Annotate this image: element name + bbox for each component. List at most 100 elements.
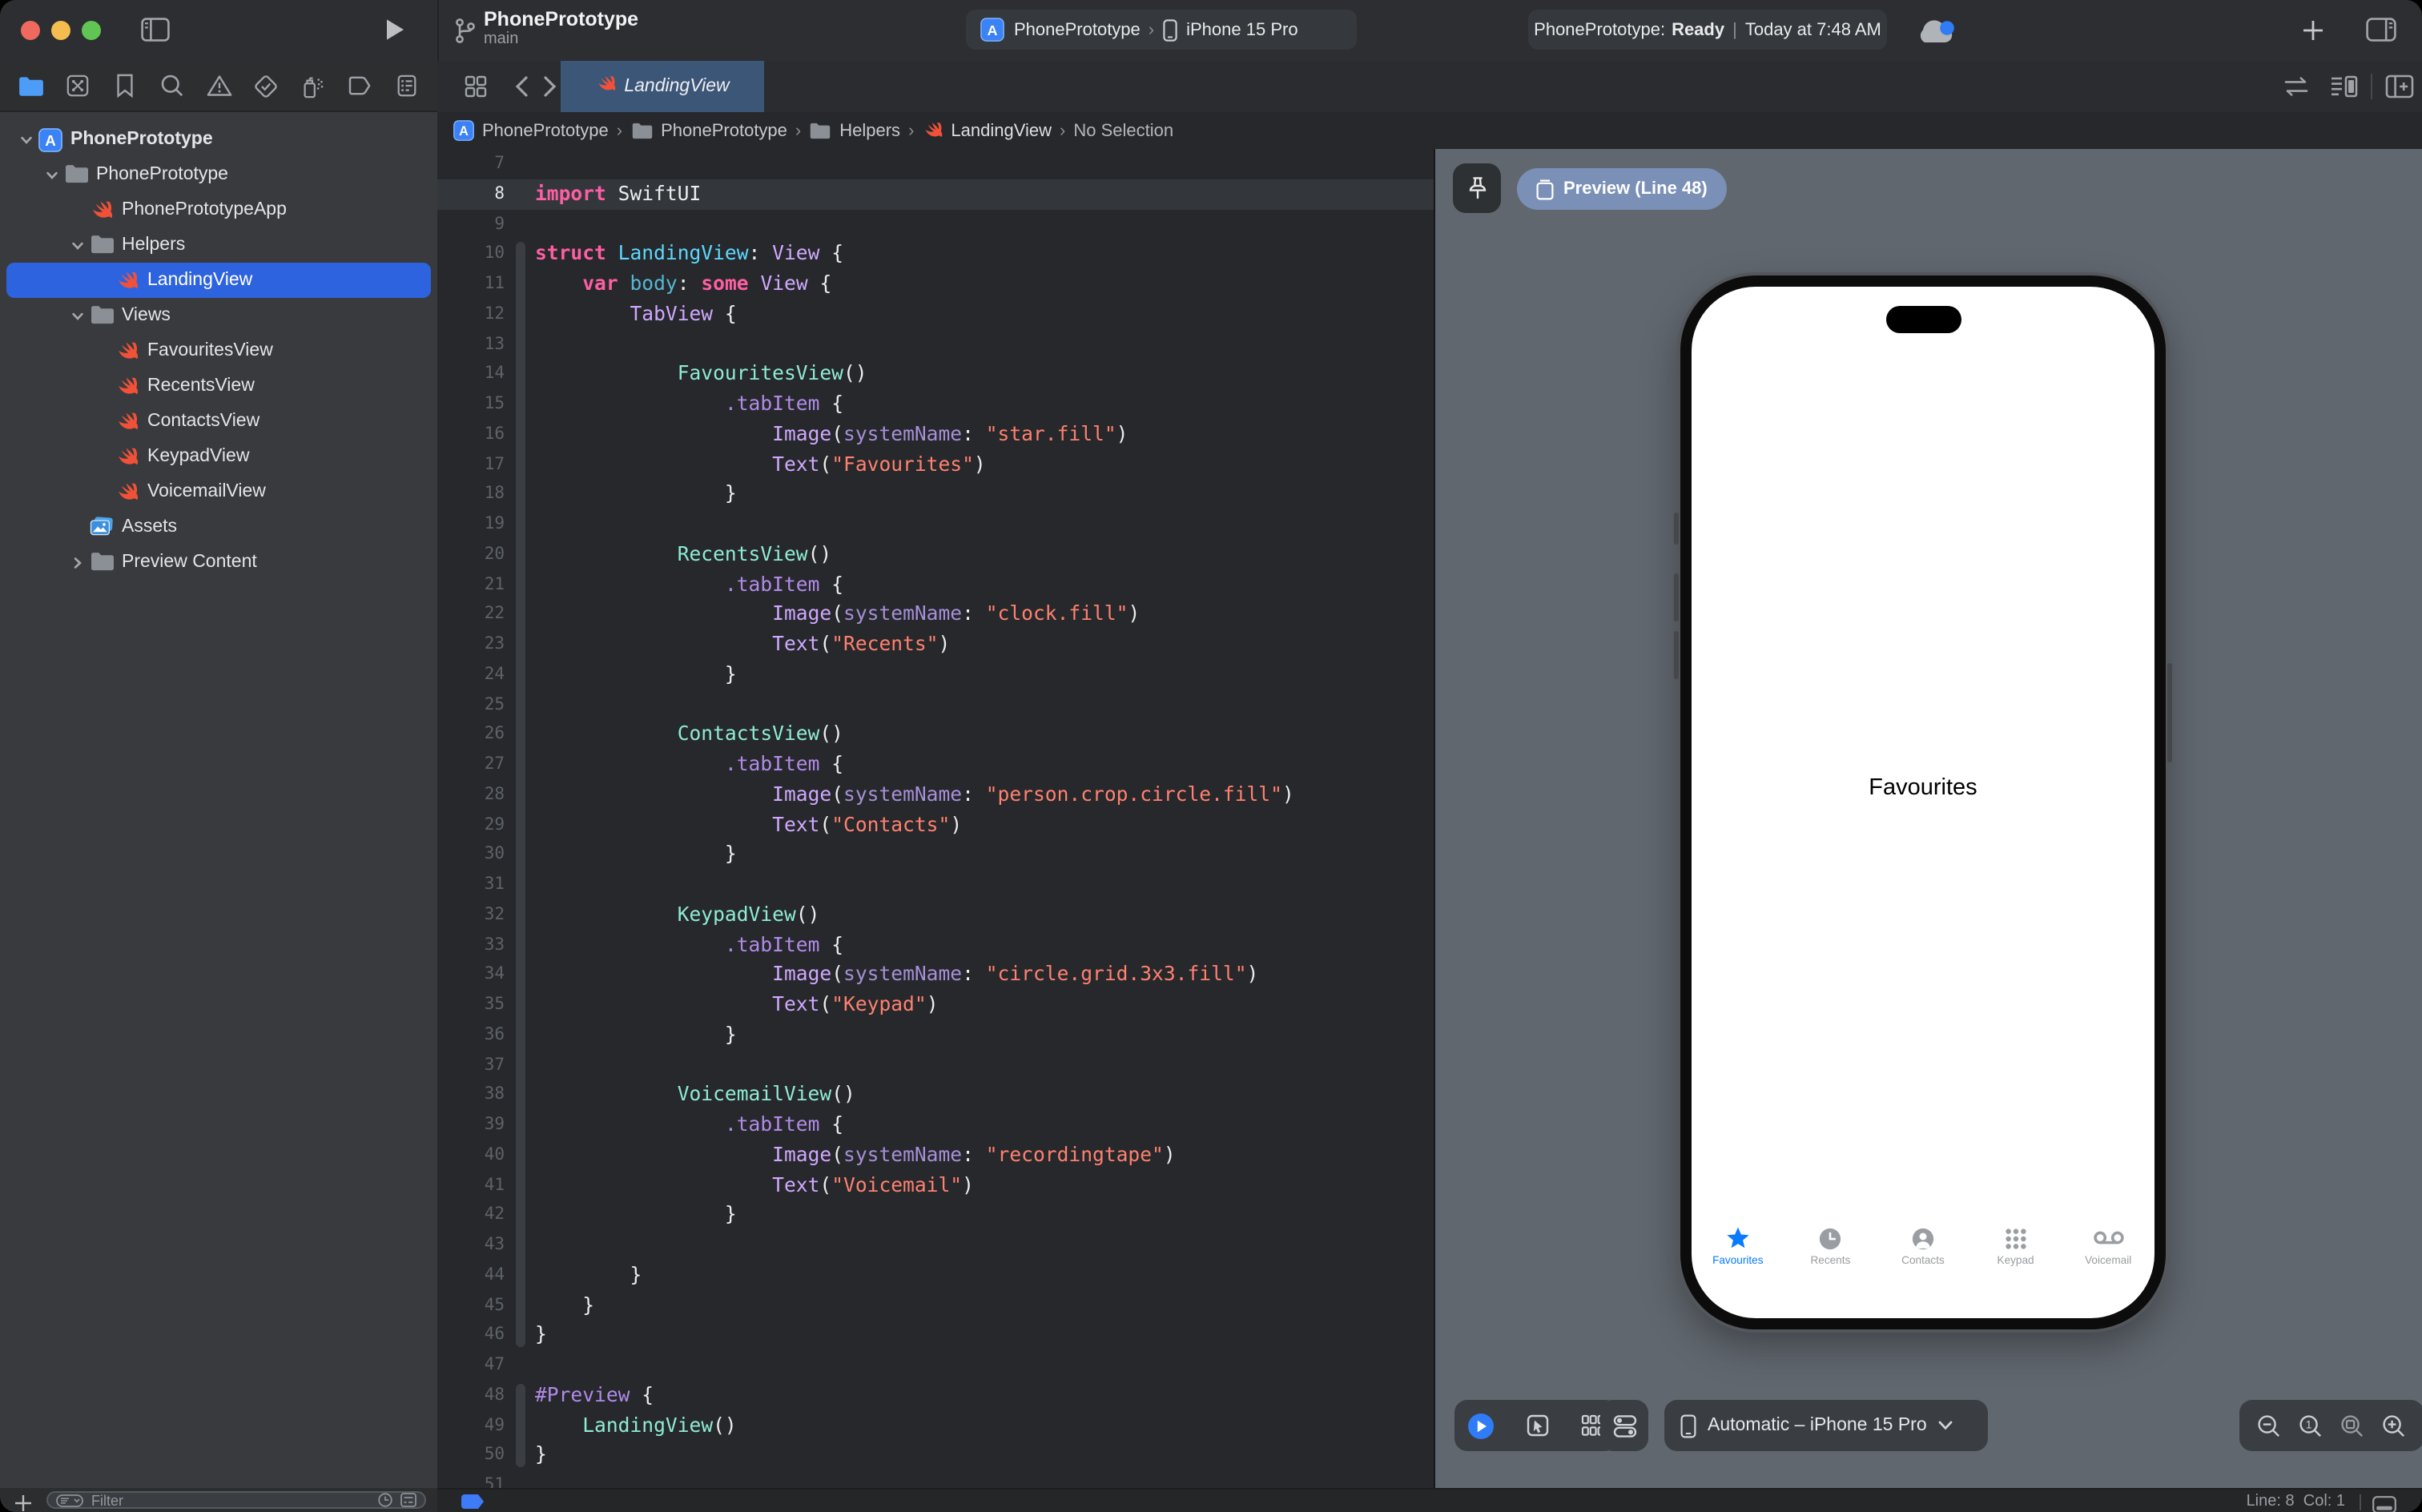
adjust-editor-icon[interactable] — [2283, 75, 2310, 106]
code-line-12[interactable]: 12 TabView { — [437, 300, 1434, 330]
preview-line-chip[interactable]: Preview (Line 48) — [1517, 168, 1727, 210]
code-line-16[interactable]: 16 Image(systemName: "star.fill") — [437, 420, 1434, 450]
navigator-filter-field[interactable]: Filter — [46, 1491, 426, 1509]
phone-tab-contacts[interactable]: Contacts — [1877, 1219, 1969, 1309]
zoom-window-button[interactable] — [82, 21, 101, 40]
live-preview-button[interactable] — [1467, 1412, 1495, 1439]
chevron-right-icon[interactable] — [67, 555, 88, 569]
code-line-34[interactable]: 34 Image(systemName: "circle.grid.3x3.fi… — [437, 960, 1434, 991]
breadcrumb-item[interactable]: PhonePrototype — [630, 121, 787, 140]
preview-settings-button[interactable] — [1600, 1400, 1648, 1451]
add-editor-icon[interactable] — [2385, 74, 2414, 107]
breadcrumb-item[interactable]: LandingView — [922, 120, 1052, 141]
code-line-36[interactable]: 36 } — [437, 1020, 1434, 1051]
sidebar-item-recentsview[interactable]: RecentsView — [0, 368, 437, 404]
related-items-icon[interactable] — [465, 75, 487, 106]
code-line-27[interactable]: 27 .tabItem { — [437, 750, 1434, 780]
navigator-tab-project[interactable] — [13, 68, 48, 103]
code-line-10[interactable]: 10 struct LandingView: View { — [437, 239, 1434, 270]
code-line-14[interactable]: 14 FavouritesView() — [437, 360, 1434, 390]
code-line-48[interactable]: 48 #Preview { — [437, 1381, 1434, 1411]
code-line-9[interactable]: 9 — [437, 209, 1434, 239]
run-button[interactable] — [384, 18, 405, 50]
code-line-26[interactable]: 26 ContactsView() — [437, 720, 1434, 750]
sidebar-item-keypadview[interactable]: KeypadView — [0, 439, 437, 474]
code-line-42[interactable]: 42 } — [437, 1200, 1434, 1231]
navigator-tab-tests[interactable] — [248, 68, 284, 103]
code-line-40[interactable]: 40 Image(systemName: "recordingtape") — [437, 1140, 1434, 1171]
chevron-down-icon[interactable] — [67, 308, 88, 323]
code-line-49[interactable]: 49 LandingView() — [437, 1410, 1434, 1441]
chevron-down-icon[interactable] — [16, 132, 37, 147]
phone-tab-recents[interactable]: Recents — [1784, 1219, 1877, 1309]
sidebar-item-favouritesview[interactable]: FavouritesView — [0, 333, 437, 368]
minimize-window-button[interactable] — [51, 21, 70, 40]
selectable-mode-button[interactable] — [1527, 1414, 1549, 1437]
navigator-tab-issues[interactable] — [201, 68, 236, 103]
breadcrumb-item[interactable]: No Selection — [1073, 121, 1173, 140]
code-line-8[interactable]: 8 import SwiftUI — [437, 179, 1434, 209]
go-back-icon[interactable] — [514, 75, 529, 106]
breadcrumb-item[interactable]: Helpers — [809, 121, 900, 140]
code-line-17[interactable]: 17 Text("Favourites") — [437, 449, 1434, 480]
code-line-50[interactable]: 50} — [437, 1441, 1434, 1471]
code-line-30[interactable]: 30 } — [437, 840, 1434, 871]
activity-status[interactable]: PhonePrototype: Ready | Today at 7:48 AM — [1528, 10, 1887, 50]
close-window-button[interactable] — [21, 21, 40, 40]
code-line-44[interactable]: 44 } — [437, 1261, 1434, 1291]
code-line-23[interactable]: 23 Text("Recents") — [437, 629, 1434, 660]
navigator-tab-reports[interactable] — [389, 68, 424, 103]
code-line-31[interactable]: 31 — [437, 870, 1434, 900]
code-line-20[interactable]: 20 RecentsView() — [437, 540, 1434, 570]
navigator-tab-source-control[interactable] — [60, 68, 95, 103]
code-line-29[interactable]: 29 Text("Contacts") — [437, 810, 1434, 840]
code-line-47[interactable]: 47 — [437, 1350, 1434, 1381]
phone-tab-voicemail[interactable]: Voicemail — [2062, 1219, 2154, 1309]
code-line-45[interactable]: 45 } — [437, 1290, 1434, 1321]
code-line-25[interactable]: 25 — [437, 690, 1434, 720]
toggle-debug-area-icon[interactable] — [2372, 1493, 2396, 1512]
navigator-tab-debug[interactable] — [296, 68, 331, 103]
code-line-19[interactable]: 19 — [437, 509, 1434, 540]
sidebar-item-landingview[interactable]: LandingView — [6, 263, 431, 298]
zoom-fit-button[interactable] — [2340, 1413, 2364, 1438]
code-line-39[interactable]: 39 .tabItem { — [437, 1110, 1434, 1140]
code-line-46[interactable]: 46} — [437, 1321, 1434, 1351]
zoom-in-button[interactable] — [2381, 1413, 2405, 1438]
navigator-tab-bookmark[interactable] — [107, 68, 143, 103]
phone-tab-keypad[interactable]: Keypad — [1969, 1219, 2062, 1309]
code-line-51[interactable]: 51 — [437, 1470, 1434, 1488]
code-line-21[interactable]: 21 .tabItem { — [437, 569, 1434, 600]
source-editor[interactable]: 7 8 import SwiftUI 9 10 struct LandingView: V… — [437, 149, 1434, 1488]
code-line-13[interactable]: 13 — [437, 329, 1434, 360]
navigator-tab-breakpoints[interactable] — [342, 68, 377, 103]
editor-tab-landingview[interactable]: LandingView — [561, 61, 764, 112]
code-line-15[interactable]: 15 .tabItem { — [437, 389, 1434, 420]
phone-tab-favourites[interactable]: Favourites — [1692, 1219, 1784, 1309]
code-line-33[interactable]: 33 .tabItem { — [437, 930, 1434, 960]
code-line-38[interactable]: 38 VoicemailView() — [437, 1080, 1434, 1111]
code-line-37[interactable]: 37 — [437, 1050, 1434, 1080]
add-tab-button[interactable] — [2302, 19, 2324, 50]
code-line-28[interactable]: 28 Image(systemName: "person.crop.circle… — [437, 780, 1434, 810]
sidebar-item-phoneprototype[interactable]: PhonePrototype — [0, 157, 437, 192]
preview-device-selector[interactable]: Automatic – iPhone 15 Pro — [1664, 1400, 1988, 1451]
scope-filter-icon[interactable] — [400, 1493, 416, 1507]
sidebar-item-helpers[interactable]: Helpers — [0, 227, 437, 263]
pin-preview-button[interactable] — [1453, 163, 1501, 213]
code-line-7[interactable]: 7 — [437, 149, 1434, 179]
scheme-selector[interactable]: A PhonePrototype › iPhone 15 Pro — [966, 10, 1357, 50]
sidebar-item-contactsview[interactable]: ContactsView — [0, 404, 437, 439]
toggle-inspectors-icon[interactable] — [2366, 18, 2396, 50]
code-line-11[interactable]: 11 var body: some View { — [437, 269, 1434, 300]
toggle-navigator-icon[interactable] — [141, 18, 170, 50]
chevron-down-icon[interactable] — [42, 167, 62, 182]
navigator-tab-search[interactable] — [154, 68, 189, 103]
go-forward-icon[interactable] — [543, 75, 557, 106]
editor-options-icon[interactable] — [2329, 74, 2358, 107]
code-line-24[interactable]: 24 } — [437, 660, 1434, 690]
sidebar-item-assets[interactable]: Assets — [0, 509, 437, 545]
code-line-43[interactable]: 43 — [437, 1230, 1434, 1261]
code-line-32[interactable]: 32 KeypadView() — [437, 900, 1434, 931]
bookmark-indicator[interactable] — [461, 1494, 484, 1509]
